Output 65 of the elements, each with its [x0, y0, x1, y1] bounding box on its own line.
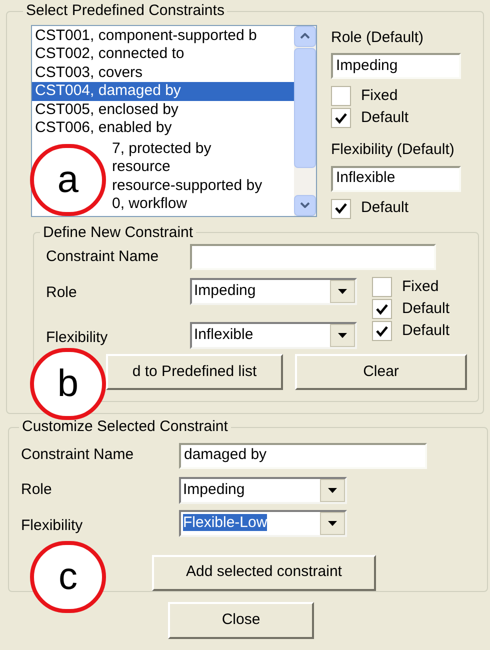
- checkbox[interactable]: [372, 321, 392, 341]
- checkbox[interactable]: [331, 198, 351, 218]
- text-field[interactable]: Inflexible: [331, 166, 461, 192]
- field-label: Role: [21, 480, 53, 500]
- checkbox[interactable]: [372, 277, 392, 297]
- field-label: Role (Default): [331, 28, 425, 48]
- dropdown[interactable]: Flexible-Low: [179, 510, 347, 536]
- list-item[interactable]: CST005, enclosed by: [32, 100, 294, 119]
- text-field[interactable]: [190, 244, 436, 270]
- checkbox-label: Default: [361, 198, 409, 218]
- check-icon: [335, 112, 347, 124]
- dropdown[interactable]: Inflexible: [190, 322, 357, 349]
- list-item[interactable]: 7, protected by: [112, 140, 212, 158]
- list-item[interactable]: CST003, covers: [32, 64, 294, 82]
- check-icon: [376, 304, 388, 314]
- checkbox-label: Default: [402, 320, 450, 341]
- text-field[interactable]: damaged by: [179, 442, 427, 468]
- push-button[interactable]: Close: [168, 602, 314, 639]
- dropdown-arrow-button[interactable]: [330, 324, 355, 347]
- list-item[interactable]: CST002, connected to: [32, 45, 294, 64]
- scroll-down-button[interactable]: [294, 194, 316, 216]
- checkbox-label: Default: [402, 298, 450, 319]
- field-label: Role: [46, 283, 78, 303]
- checkbox[interactable]: [331, 86, 351, 106]
- caret-icon: [338, 289, 347, 294]
- caret-icon: [338, 333, 347, 338]
- field-label: Flexibility: [46, 328, 108, 348]
- list-item[interactable]: resource-supported by: [112, 176, 262, 195]
- checkbox-label: Default: [361, 108, 409, 128]
- group-title: Select Predefined Constraints: [25, 1, 226, 21]
- push-button[interactable]: Add selected constraint: [152, 554, 376, 590]
- check-icon: [335, 203, 347, 214]
- field-label: Flexibility: [21, 516, 84, 536]
- scrollbar[interactable]: [294, 26, 316, 216]
- scroll-thumb[interactable]: [294, 48, 316, 168]
- dropdown-value: Flexible-Low: [182, 512, 268, 533]
- field-label: Constraint Name: [21, 445, 135, 466]
- dropdown-arrow-button[interactable]: [320, 512, 345, 534]
- list-item[interactable]: resource: [112, 158, 170, 176]
- list-item[interactable]: CST001, component-supported b: [32, 26, 294, 45]
- checkbox[interactable]: [372, 299, 392, 319]
- list-item[interactable]: CST004, damaged by: [32, 82, 294, 100]
- group-title: Define New Constraint: [42, 222, 194, 242]
- scroll-up-button[interactable]: [294, 26, 316, 46]
- checkbox-label: Fixed: [361, 86, 398, 106]
- text-field[interactable]: Impeding: [331, 53, 461, 79]
- checkbox[interactable]: [331, 108, 351, 128]
- field-label: Constraint Name: [46, 246, 160, 267]
- group-title: Customize Selected Constraint: [21, 417, 229, 437]
- checkbox-label: Fixed: [402, 276, 439, 297]
- caret-icon: [328, 488, 337, 492]
- caret-icon: [328, 520, 337, 526]
- dropdown-value: Inflexible: [193, 325, 254, 346]
- dropdown-arrow-button[interactable]: [320, 478, 345, 502]
- dropdown-arrow-button[interactable]: [330, 280, 355, 303]
- push-button[interactable]: d to Predefined list: [106, 354, 283, 390]
- list-item[interactable]: CST006, enabled by: [32, 119, 294, 138]
- check-icon: [376, 326, 388, 336]
- dropdown[interactable]: Impeding: [179, 476, 347, 504]
- push-button[interactable]: Clear: [295, 354, 467, 390]
- dropdown-value: Impeding: [193, 281, 257, 302]
- field-label: Flexibility (Default): [331, 140, 456, 160]
- dropdown[interactable]: Impeding: [190, 278, 357, 305]
- dropdown-value: Impeding: [182, 480, 246, 500]
- list-item[interactable]: 0, workflow: [112, 195, 188, 214]
